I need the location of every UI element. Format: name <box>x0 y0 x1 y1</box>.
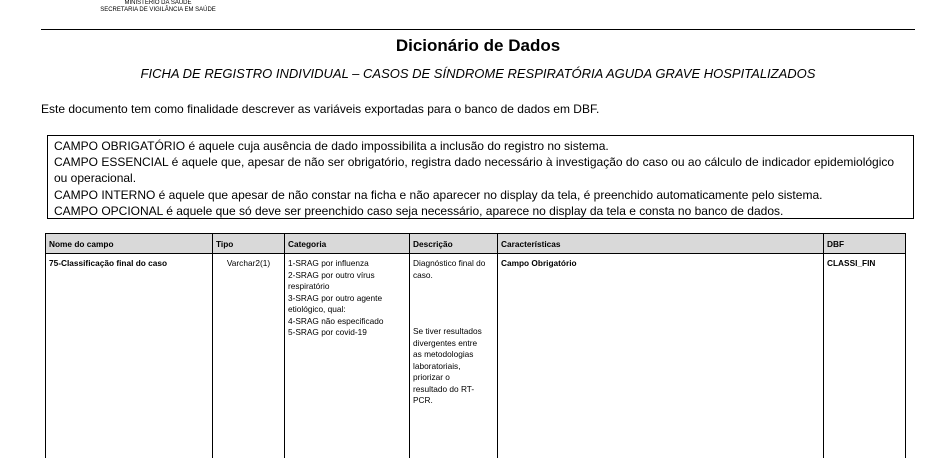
description-line: priorizar o <box>413 372 494 384</box>
col-header-description: Descrição <box>410 234 498 254</box>
description-line: caso. <box>413 270 494 282</box>
description-line: resultado do RT- <box>413 384 494 396</box>
table-row: 75-Classificação final do caso Varchar2(… <box>46 254 906 458</box>
table-header-row: Nome do campo Tipo Categoria Descrição C… <box>46 234 906 254</box>
definition-opcional: CAMPO OPCIONAL é aquele que só deve ser … <box>54 203 907 219</box>
header-divider <box>41 29 915 30</box>
description-line: Se tiver resultados <box>413 326 494 338</box>
category-line: 4-SRAG não especificado <box>288 316 406 328</box>
document-subtitle: FICHA DE REGISTRO INDIVIDUAL – CASOS DE … <box>0 66 943 81</box>
col-header-dbf: DBF <box>824 234 906 254</box>
document-title: Dicionário de Dados <box>0 36 943 56</box>
data-dictionary-table: Nome do campo Tipo Categoria Descrição C… <box>45 233 906 458</box>
category-line: respiratório <box>288 281 406 293</box>
col-header-name: Nome do campo <box>46 234 213 254</box>
intro-paragraph: Este documento tem como finalidade descr… <box>41 102 599 116</box>
cell-dbf: CLASSI_FIN <box>824 254 906 458</box>
description-line: laboratoriais, <box>413 361 494 373</box>
ministry-name: MINISTÉRIO DA SAÚDE <box>58 0 258 7</box>
ministry-header: MINISTÉRIO DA SAÚDE SECRETARIA DE VIGILÂ… <box>58 0 258 14</box>
definitions-box: CAMPO OBRIGATÓRIO é aquele cuja ausência… <box>47 135 914 219</box>
cell-category: 1-SRAG por influenza 2-SRAG por outro ví… <box>285 254 410 458</box>
description-spacer <box>413 281 494 326</box>
definition-interno: CAMPO INTERNO é aquele que apesar de não… <box>54 187 907 203</box>
col-header-characteristics: Características <box>498 234 824 254</box>
cell-field-name: 75-Classificação final do caso <box>46 254 213 458</box>
cell-type: Varchar2(1) <box>213 254 285 458</box>
description-line: divergentes entre <box>413 338 494 350</box>
col-header-type: Tipo <box>213 234 285 254</box>
definition-obrigatorio: CAMPO OBRIGATÓRIO é aquele cuja ausência… <box>54 138 907 154</box>
secretariat-name: SECRETARIA DE VIGILÂNCIA EM SAÚDE <box>58 7 258 14</box>
definition-essencial-cont: ou operacional. <box>54 170 907 186</box>
category-line: etiológico, qual: <box>288 304 406 316</box>
cell-characteristics: Campo Obrigatório <box>498 254 824 458</box>
category-line: 2-SRAG por outro vírus <box>288 270 406 282</box>
category-line: 5-SRAG por covid-19 <box>288 327 406 339</box>
description-line: as metodologias <box>413 349 494 361</box>
description-line: PCR. <box>413 395 494 407</box>
col-header-category: Categoria <box>285 234 410 254</box>
category-line: 3-SRAG por outro agente <box>288 293 406 305</box>
category-line: 1-SRAG por influenza <box>288 258 406 270</box>
description-line: Diagnóstico final do <box>413 258 494 270</box>
definition-essencial: CAMPO ESSENCIAL é aquele que, apesar de … <box>54 154 907 170</box>
cell-description: Diagnóstico final do caso. Se tiver resu… <box>410 254 498 458</box>
